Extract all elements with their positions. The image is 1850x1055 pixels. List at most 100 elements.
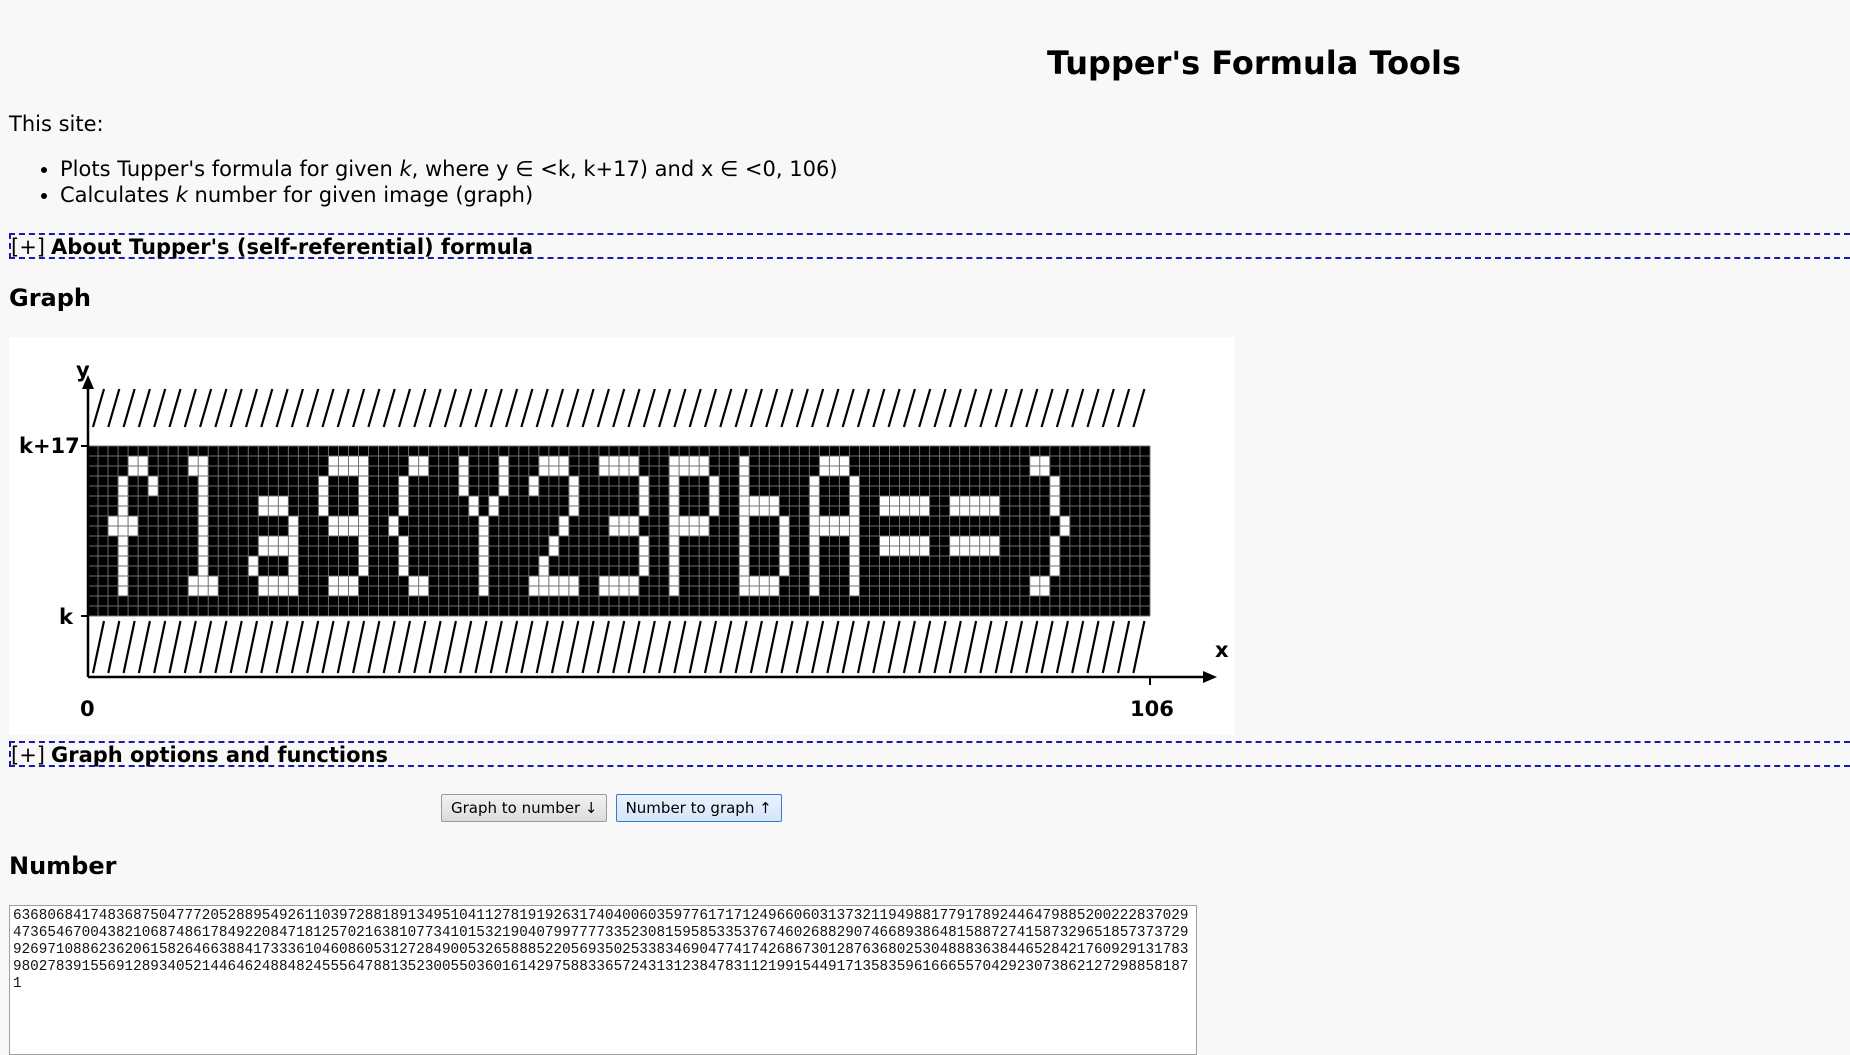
hatch-line xyxy=(719,388,733,428)
feature-item-calc-pre: Calculates xyxy=(60,183,176,207)
bitmap-on-cell xyxy=(558,526,569,536)
bitmap-on-cell xyxy=(568,486,579,496)
bitmap-on-cell xyxy=(358,456,369,466)
hatch-line xyxy=(153,388,167,428)
hatch-line xyxy=(397,388,412,428)
bitmap-on-cell xyxy=(779,566,790,576)
about-formula-toggle[interactable]: [+] About Tupper's (self-referential) for… xyxy=(9,233,1850,259)
hatch-line xyxy=(489,620,503,674)
hatch-line xyxy=(1132,620,1146,674)
bitmap-on-cell xyxy=(338,576,349,586)
bitmap-on-cell xyxy=(528,476,539,486)
bitmap-on-cell xyxy=(108,526,119,536)
bitmap-on-cell xyxy=(979,506,990,516)
bitmap-on-cell xyxy=(608,526,619,536)
bitmap-on-cell xyxy=(538,586,549,596)
hatch-line xyxy=(229,620,243,674)
bitmap-on-cell xyxy=(388,526,399,536)
bitmap-on-cell xyxy=(629,466,640,476)
hatch-line xyxy=(1101,388,1115,428)
bitmap-on-cell xyxy=(198,516,209,526)
hatch-line xyxy=(474,620,488,674)
hatch-line xyxy=(612,620,626,674)
graph-to-number-button[interactable]: Graph to number ↓ xyxy=(441,794,608,822)
number-heading: Number xyxy=(9,852,117,880)
bitmap-on-cell xyxy=(849,576,860,586)
bitmap-on-cell xyxy=(498,486,509,496)
hatch-line xyxy=(596,620,610,674)
bitmap-on-cell xyxy=(849,486,860,496)
hatch-line xyxy=(244,620,259,674)
hatch-line xyxy=(520,620,534,674)
graph-options-toggle[interactable]: [+] Graph options and functions xyxy=(9,741,1850,767)
bitmap-on-cell xyxy=(849,516,860,526)
bitmap-on-cell xyxy=(148,476,159,486)
hatch-line xyxy=(918,388,932,428)
bitmap-on-cell xyxy=(608,466,619,476)
bitmap-on-cell xyxy=(849,546,860,556)
bitmap-on-cell xyxy=(128,526,139,536)
hatch-line xyxy=(566,620,580,674)
bitmap-on-cell xyxy=(538,466,549,476)
bitmap-on-cell xyxy=(819,456,830,466)
bitmap-on-cell xyxy=(899,546,910,556)
bitmap-on-cell xyxy=(1029,466,1040,476)
bitmap-on-cell xyxy=(398,476,409,486)
bitmap-on-cell xyxy=(128,516,139,526)
bitmap-on-cell xyxy=(699,456,710,466)
bitmap-on-cell xyxy=(388,516,399,526)
hatch-line xyxy=(780,620,794,674)
bitmap-on-cell xyxy=(1049,486,1060,496)
bitmap-on-cell xyxy=(478,566,489,576)
bitmap-on-cell xyxy=(478,516,489,526)
hatch-line xyxy=(688,388,702,428)
bitmap-on-cell xyxy=(709,496,720,506)
bitmap-on-cell xyxy=(198,486,209,496)
hatch-line xyxy=(627,388,641,428)
bitmap-on-cell xyxy=(188,466,199,476)
bitmap-on-cell xyxy=(198,536,209,546)
hatch-line xyxy=(459,620,473,674)
tupper-graph[interactable]: y k+17 k x 0 106 xyxy=(9,337,1235,735)
bitmap-on-cell xyxy=(959,496,970,506)
k-number-input[interactable]: 6368068417483687504777205288954926110397… xyxy=(9,905,1197,1055)
bitmap-on-cell xyxy=(118,586,129,596)
bitmap-on-cell xyxy=(288,556,299,566)
bitmap-on-cell xyxy=(548,466,559,476)
hatch-line xyxy=(688,620,702,674)
bitmap-on-cell xyxy=(979,536,990,546)
hatch-line xyxy=(856,388,871,428)
bitmap-on-cell xyxy=(198,456,209,466)
bitmap-on-cell xyxy=(478,546,489,556)
bitmap-on-cell xyxy=(639,506,650,516)
hatch-line xyxy=(306,620,320,674)
bitmap-on-cell xyxy=(418,586,429,596)
hatch-line xyxy=(183,388,197,428)
bitmap-on-cell xyxy=(338,466,349,476)
hatch-line xyxy=(1040,620,1054,674)
bitmap-on-cell xyxy=(358,566,369,576)
bitmap-on-cell xyxy=(1039,576,1050,586)
bitmap-on-cell xyxy=(669,486,680,496)
bitmap-on-cell xyxy=(608,586,619,596)
graph-panel[interactable]: y k+17 k x 0 106 xyxy=(9,337,1235,735)
bitmap-on-cell xyxy=(889,546,900,556)
bitmap-on-cell xyxy=(989,496,1000,506)
bitmap-on-cell xyxy=(769,506,780,516)
hatch-line xyxy=(1071,620,1085,674)
bitmap-on-cell xyxy=(679,516,690,526)
bitmap-on-cell xyxy=(839,526,850,536)
bitmap-on-cell xyxy=(328,456,339,466)
bitmap-on-cell xyxy=(258,546,269,556)
bitmap-on-cell xyxy=(909,506,920,516)
bitmap-on-cell xyxy=(608,576,619,586)
bitmap-on-cell xyxy=(1039,456,1050,466)
bitmap-on-cell xyxy=(118,496,129,506)
bitmap-on-cell xyxy=(608,516,619,526)
bitmap-on-cell xyxy=(679,456,690,466)
bitmap-on-cell xyxy=(889,496,900,506)
bitmap-on-cell xyxy=(739,536,750,546)
bitmap-on-cell xyxy=(118,506,129,516)
hatch-line xyxy=(214,388,228,428)
number-to-graph-button[interactable]: Number to graph ↑ xyxy=(615,794,782,822)
